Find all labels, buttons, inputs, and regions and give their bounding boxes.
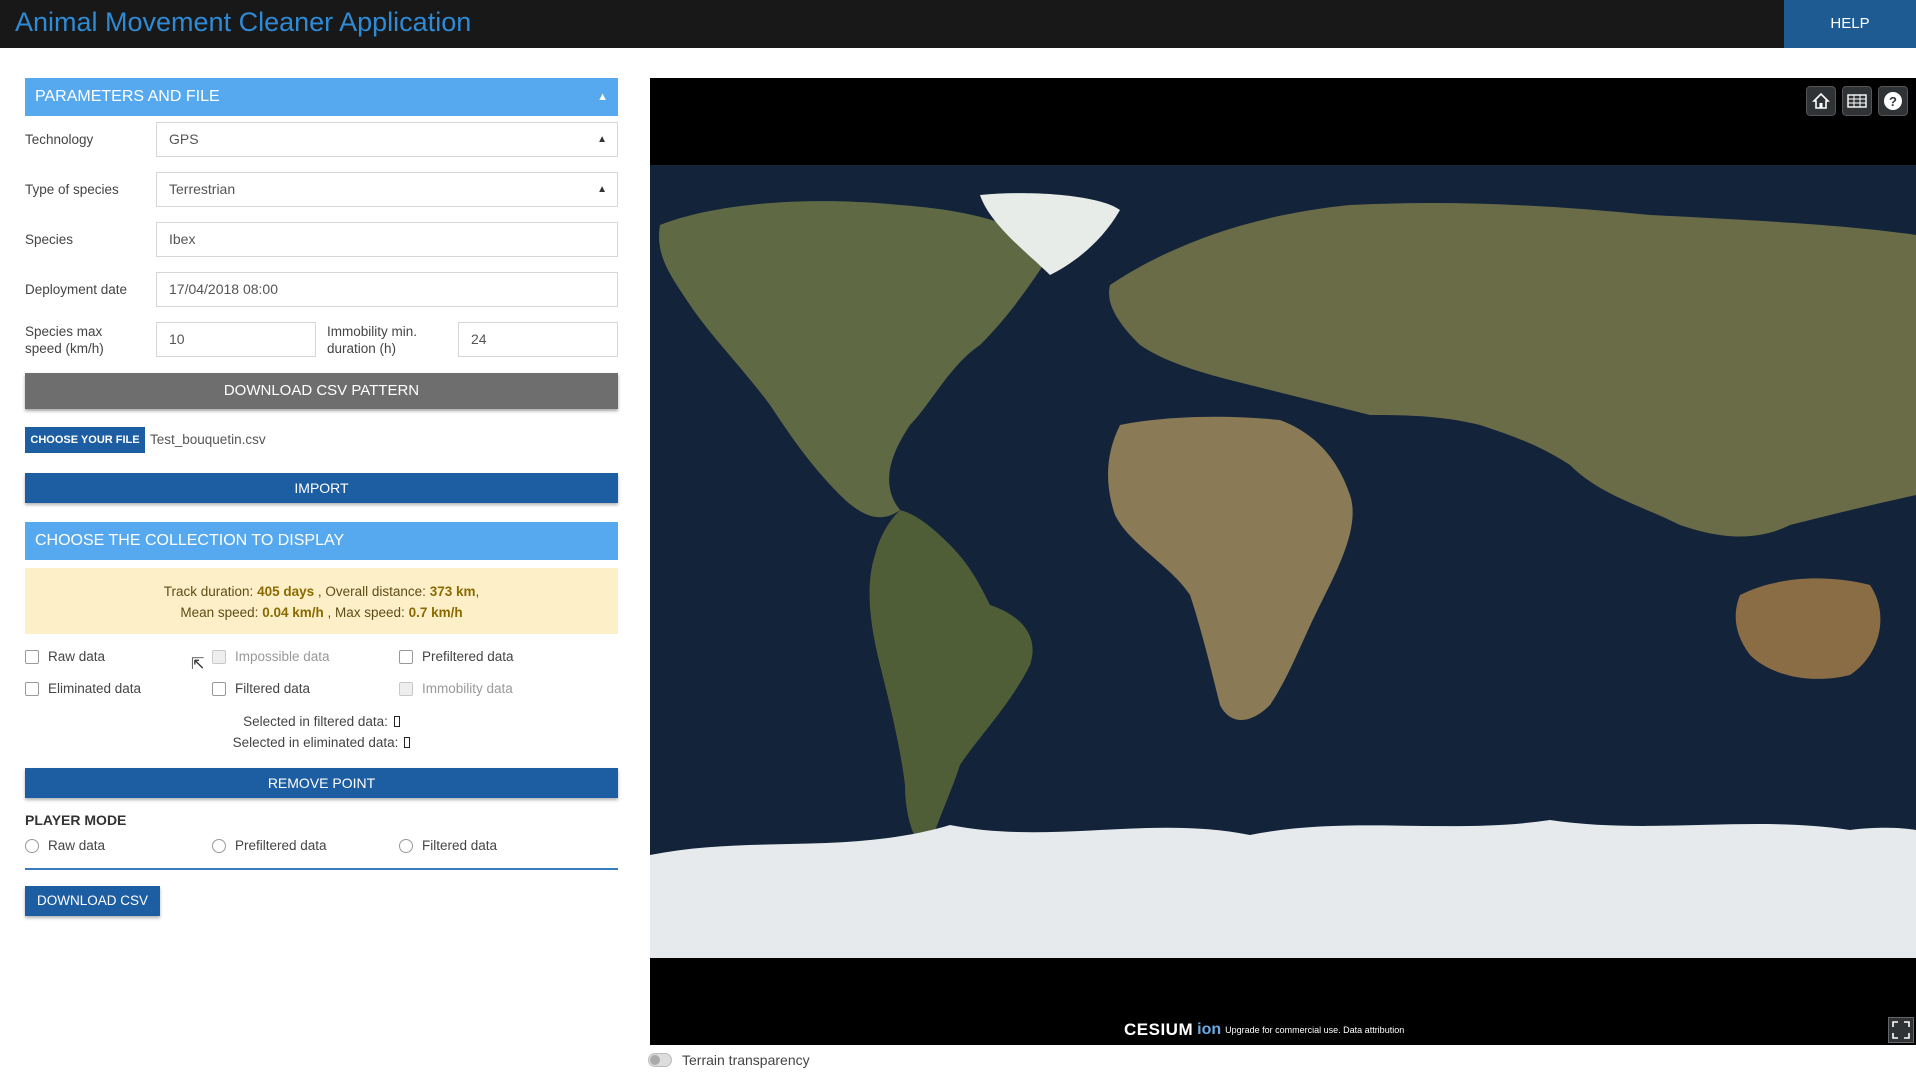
selected-eliminated-text: Selected in eliminated data: <box>25 735 618 750</box>
track-duration-value: 405 days <box>257 584 315 599</box>
max-speed-stat-value: 0.7 km/h <box>408 605 463 620</box>
technology-label: Technology <box>25 132 94 147</box>
track-duration-label: Track duration: <box>163 584 254 599</box>
max-speed-label-line2: speed (km/h) <box>25 341 104 356</box>
download-csv-pattern-button[interactable]: DOWNLOAD CSV PATTERN <box>25 373 618 409</box>
parameters-header-label: PARAMETERS AND FILE <box>35 88 220 105</box>
map-toolbar: ? <box>1806 86 1908 116</box>
player-prefiltered-label: Prefiltered data <box>235 838 327 853</box>
selected-filtered-label: Selected in filtered data: <box>243 714 388 729</box>
checkbox-box[interactable] <box>25 681 39 696</box>
raw-data-checkbox[interactable]: Raw data <box>25 649 105 664</box>
species-label: Species <box>25 232 74 247</box>
species-type-select[interactable]: Terrestrian ▲ <box>156 172 618 207</box>
deployment-label: Deployment date <box>25 282 128 297</box>
player-divider <box>25 868 618 870</box>
player-mode-title: PLAYER MODE <box>25 812 127 828</box>
cesium-map-viewer[interactable]: ? CESIUM ion Upgrade for commercial use.… <box>650 78 1916 1045</box>
radio-dot[interactable] <box>212 838 226 853</box>
layers-grid-icon[interactable] <box>1842 86 1872 116</box>
overall-distance-label: , Overall distance: <box>317 584 426 599</box>
player-raw-radio[interactable]: Raw data <box>25 838 105 853</box>
immobility-label-line2: duration (h) <box>327 341 397 356</box>
track-stats-line1: Track duration: 405 days , Overall dista… <box>163 584 480 599</box>
immobility-label: Immobility min. duration (h) <box>327 323 417 357</box>
deployment-date-input[interactable]: 17/04/2018 08:00 <box>156 272 618 307</box>
species-type-value: Terrestrian <box>169 181 236 197</box>
track-stats-line2: Mean speed: 0.04 km/h , Max speed: 0.7 k… <box>25 602 618 623</box>
parameters-header[interactable]: PARAMETERS AND FILE ▲ <box>25 78 618 116</box>
max-speed-label-line1: Species max <box>25 324 103 339</box>
select-arrows-icon: ▲ <box>597 134 607 145</box>
empty-array-icon <box>404 737 411 748</box>
prefiltered-data-checkbox[interactable]: Prefiltered data <box>399 649 514 664</box>
credit-text[interactable]: Upgrade for commercial use. Data attribu… <box>1225 1025 1404 1035</box>
selected-filtered-text: Selected in filtered data: <box>25 714 618 729</box>
terrain-transparency-label: Terrain transparency <box>682 1052 810 1068</box>
file-name: Test_bouquetin.csv <box>150 432 266 447</box>
collapse-caret-icon: ▲ <box>597 91 608 103</box>
max-speed-label: Species max speed (km/h) <box>25 323 104 357</box>
cesium-ion-logo: ion <box>1197 1021 1222 1038</box>
immobility-input[interactable]: 24 <box>458 322 618 357</box>
terrain-transparency-control: Terrain transparency <box>648 1052 810 1068</box>
max-speed-stat-label: , Max speed: <box>327 605 405 620</box>
help-button[interactable]: HELP <box>1784 0 1916 48</box>
world-map-imagery[interactable] <box>650 165 1916 958</box>
checkbox-box[interactable] <box>212 681 226 696</box>
home-icon[interactable] <box>1806 86 1836 116</box>
checkbox-box[interactable] <box>212 649 226 664</box>
player-filtered-label: Filtered data <box>422 838 498 853</box>
species-type-label: Type of species <box>25 182 119 197</box>
filtered-data-checkbox[interactable]: Filtered data <box>212 681 310 696</box>
selected-eliminated-label: Selected in eliminated data: <box>232 735 399 750</box>
player-prefiltered-radio[interactable]: Prefiltered data <box>212 838 327 853</box>
checkbox-box[interactable] <box>399 681 413 696</box>
collection-header-label: CHOOSE THE COLLECTION TO DISPLAY <box>35 532 345 549</box>
help-icon[interactable]: ? <box>1878 86 1908 116</box>
radio-dot[interactable] <box>399 838 413 853</box>
technology-select[interactable]: GPS ▲ <box>156 122 618 157</box>
player-filtered-radio[interactable]: Filtered data <box>399 838 497 853</box>
checkbox-box[interactable] <box>25 649 39 664</box>
mean-speed-value: 0.04 km/h <box>262 605 324 620</box>
checkbox-box[interactable] <box>399 649 413 664</box>
technology-value: GPS <box>169 131 199 147</box>
download-csv-button[interactable]: DOWNLOAD CSV <box>25 886 160 916</box>
left-panel: PARAMETERS AND FILE ▲ Technology GPS ▲ T… <box>25 78 618 916</box>
terrain-transparency-toggle[interactable] <box>648 1053 672 1067</box>
remove-point-button[interactable]: REMOVE POINT <box>25 768 618 798</box>
impossible-data-label: Impossible data <box>235 649 330 664</box>
immobility-label-line1: Immobility min. <box>327 324 418 339</box>
mouse-cursor-icon: ⇱ <box>191 656 205 673</box>
raw-data-label: Raw data <box>48 649 106 664</box>
eliminated-data-label: Eliminated data <box>48 681 142 696</box>
radio-dot[interactable] <box>25 838 39 853</box>
impossible-data-checkbox[interactable]: Impossible data <box>212 649 330 664</box>
select-arrows-icon: ▲ <box>597 184 607 195</box>
collection-header[interactable]: CHOOSE THE COLLECTION TO DISPLAY <box>25 522 618 560</box>
cesium-credits: CESIUM ion Upgrade for commercial use. D… <box>1124 1020 1404 1040</box>
top-bar: Animal Movement Cleaner Application HELP <box>0 0 1916 48</box>
max-speed-input[interactable]: 10 <box>156 322 316 357</box>
mean-speed-label: Mean speed: <box>180 605 259 620</box>
svg-text:?: ? <box>1889 94 1897 109</box>
import-button[interactable]: IMPORT <box>25 473 618 503</box>
track-stats-box: Track duration: 405 days , Overall dista… <box>25 568 618 634</box>
immobility-data-checkbox[interactable]: Immobility data <box>399 681 513 696</box>
empty-array-icon <box>393 716 400 727</box>
app-title: Animal Movement Cleaner Application <box>15 7 472 37</box>
overall-distance-value: 373 km <box>429 584 476 599</box>
choose-file-button[interactable]: CHOOSE YOUR FILE <box>25 427 145 453</box>
eliminated-data-checkbox[interactable]: Eliminated data <box>25 681 141 696</box>
prefiltered-data-label: Prefiltered data <box>422 649 514 664</box>
help-button-label: HELP <box>1830 15 1870 32</box>
player-raw-label: Raw data <box>48 838 106 853</box>
filtered-data-label: Filtered data <box>235 681 311 696</box>
immobility-data-label: Immobility data <box>422 681 513 696</box>
cesium-logo: CESIUM <box>1124 1020 1194 1039</box>
fullscreen-icon[interactable] <box>1888 1017 1914 1043</box>
species-input[interactable]: Ibex <box>156 222 618 257</box>
